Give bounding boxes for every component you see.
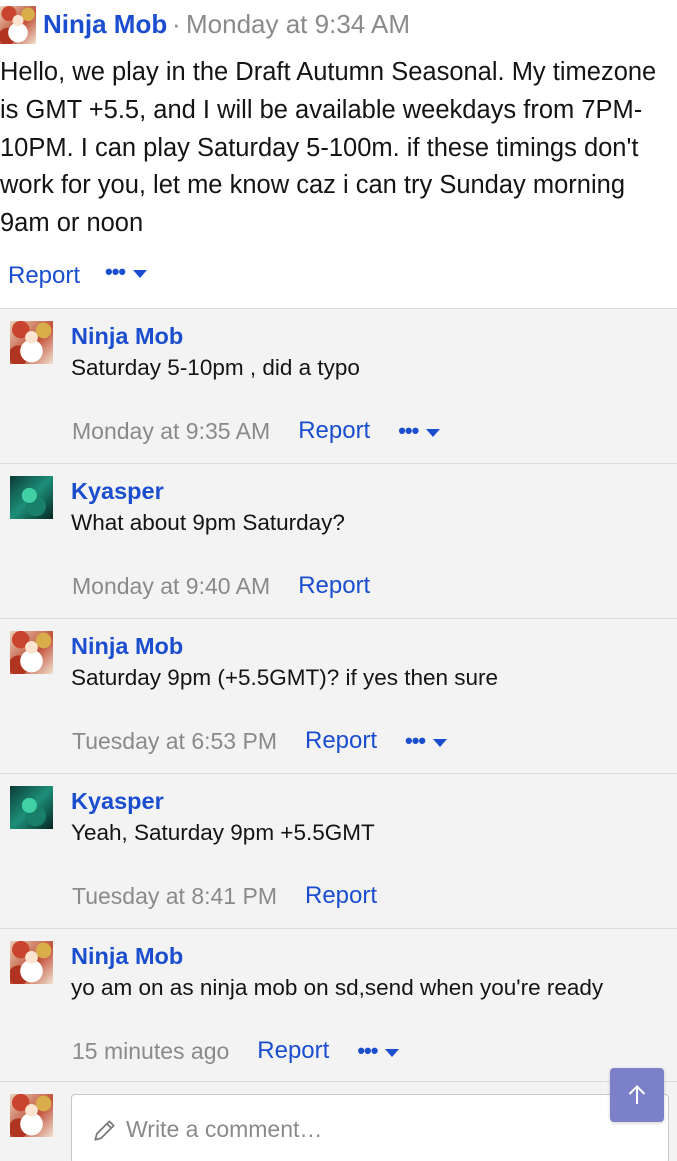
post-separator: ·	[172, 9, 181, 39]
comment-item: Kyasper What about 9pm Saturday? Monday at…	[0, 463, 677, 618]
post-timestamp[interactable]: Monday at 9:34 AM	[186, 9, 410, 40]
comment-item: Ninja Mob Saturday 5-10pm , did a typo Mon…	[0, 308, 677, 463]
post-author-avatar[interactable]	[0, 6, 36, 44]
comment-author[interactable]: Ninja Mob	[71, 323, 183, 350]
ninja-avatar[interactable]	[10, 631, 53, 674]
comment-more-menu[interactable]: •••	[398, 418, 441, 443]
comment-timestamp[interactable]: 15 minutes ago	[72, 1038, 229, 1065]
post-author-name[interactable]: Ninja Mob	[43, 9, 167, 40]
ninja-avatar[interactable]	[10, 941, 53, 984]
comment-item: Ninja Mob Saturday 9pm (+5.5GMT)? if yes …	[0, 618, 677, 773]
comment-meta: Monday at 9:40 AM Report	[72, 571, 398, 601]
comment-timestamp[interactable]: Monday at 9:40 AM	[72, 573, 270, 600]
more-dots-icon: •••	[398, 418, 419, 443]
comment-item: Kyasper Yeah, Saturday 9pm +5.5GMT Tuesday…	[0, 773, 677, 928]
kyasper-avatar[interactable]	[10, 786, 53, 829]
comment-list: Ninja Mob Saturday 5-10pm , did a typo Mon…	[0, 308, 677, 1083]
comment-author[interactable]: Kyasper	[71, 788, 164, 815]
post-header: Ninja Mob · Monday at 9:34 AM	[0, 4, 677, 44]
comment-input[interactable]	[126, 1111, 646, 1147]
more-dots-icon: •••	[405, 728, 426, 753]
scroll-to-top-button[interactable]	[610, 1068, 664, 1122]
comment-more-menu[interactable]: •••	[405, 728, 448, 753]
comment-timestamp[interactable]: Tuesday at 6:53 PM	[72, 728, 277, 755]
comment-author[interactable]: Ninja Mob	[71, 943, 183, 970]
comment-meta: Tuesday at 8:41 PM Report	[72, 881, 405, 911]
caret-down-icon	[433, 738, 448, 747]
comment-text: yo am on as ninja mob on sd,send when yo…	[71, 975, 604, 1000]
comment-text: Saturday 5-10pm , did a typo	[71, 355, 360, 380]
comment-text: What about 9pm Saturday?	[71, 510, 345, 535]
post-body: Hello, we play in the Draft Autumn Seaso…	[0, 58, 657, 238]
comment-timestamp[interactable]: Monday at 9:35 AM	[72, 418, 270, 445]
post-report-link[interactable]: Report	[8, 262, 80, 290]
caret-down-icon	[133, 269, 148, 278]
comment-meta: 15 minutes ago Report •••	[72, 1036, 400, 1066]
ninja-avatar[interactable]	[10, 321, 53, 364]
comment-author[interactable]: Kyasper	[71, 478, 164, 505]
more-dots-icon: •••	[105, 259, 126, 284]
comment-text: Saturday 9pm (+5.5GMT)? if yes then sure	[71, 665, 499, 690]
comment-compose	[0, 1081, 677, 1161]
comment-input-box[interactable]	[71, 1094, 669, 1161]
pencil-icon	[94, 1120, 115, 1141]
comment-text: Yeah, Saturday 9pm +5.5GMT	[71, 820, 375, 845]
kyasper-avatar[interactable]	[10, 476, 53, 519]
comment-item: Ninja Mob yo am on as ninja mob on sd,sen…	[0, 928, 677, 1083]
comment-more-menu[interactable]: •••	[357, 1038, 400, 1063]
comment-meta: Monday at 9:35 AM Report •••	[72, 416, 441, 446]
arrow-up-icon	[628, 1085, 646, 1104]
comment-report-link[interactable]: Report	[305, 727, 377, 755]
current-user-avatar	[10, 1094, 53, 1137]
post-more-menu[interactable]: •••	[105, 259, 148, 284]
comment-report-link[interactable]: Report	[257, 1037, 329, 1065]
comment-timestamp[interactable]: Tuesday at 8:41 PM	[72, 883, 277, 910]
caret-down-icon	[426, 428, 441, 437]
caret-down-icon	[385, 1048, 400, 1057]
comment-author[interactable]: Ninja Mob	[71, 633, 183, 660]
comment-report-link[interactable]: Report	[298, 417, 370, 445]
comment-meta: Tuesday at 6:53 PM Report •••	[72, 726, 448, 756]
comment-report-link[interactable]: Report	[305, 882, 377, 910]
more-dots-icon: •••	[357, 1038, 378, 1063]
comment-report-link[interactable]: Report	[298, 572, 370, 600]
